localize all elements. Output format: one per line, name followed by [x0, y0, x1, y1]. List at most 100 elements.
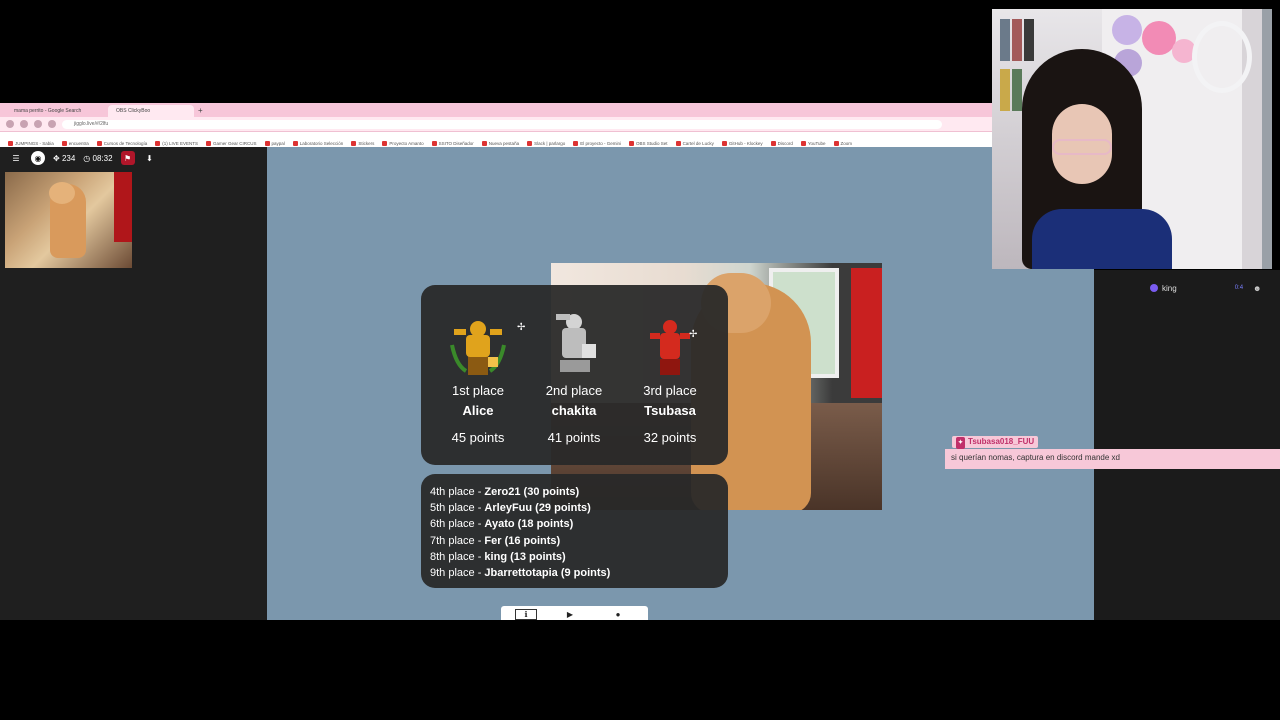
podium-points: 41 points [547, 430, 601, 445]
podium-place-label: 3rd place [643, 383, 697, 398]
letterbox-bottom [0, 620, 1280, 720]
forward-icon[interactable] [20, 120, 28, 128]
gold-trophy-icon [450, 321, 506, 375]
bookmark-label: El proyecto - Gemini [580, 141, 622, 146]
bookmark-item[interactable]: YouTube [800, 136, 826, 147]
bookmark-icon [770, 141, 776, 147]
chat-username: king [1162, 283, 1177, 293]
rank-entry: Fer (16 points) [484, 534, 561, 547]
browser-tab[interactable]: mama perrito - Google Search [6, 105, 102, 117]
rank-place: 9th place - [430, 567, 485, 580]
bookmark-icon [96, 141, 102, 147]
address-bar-row: jigglo.live/#/2lfu [0, 117, 992, 132]
bookmark-item[interactable]: Gamer Gear CIRCUS [206, 136, 257, 147]
sparkle-icon: ✢ [689, 329, 698, 340]
user-icon[interactable]: ● [607, 609, 629, 620]
person-icon[interactable]: ☻ [1253, 284, 1261, 293]
obs-icon[interactable]: ◉ [31, 151, 45, 165]
bookmark-item[interactable]: SSITO Diseñador [431, 136, 474, 147]
flag-icon[interactable]: ⚑ [120, 151, 135, 165]
rank-place: 7th place - [430, 534, 485, 547]
bookmark-label: Slack | parlargo [534, 141, 566, 146]
podium-place-label: 2nd place [545, 383, 603, 398]
list-item: 4th place - Zero21 (30 points) [430, 484, 719, 500]
download-icon[interactable]: ⬇ [143, 151, 157, 165]
bookmark-label: Proyecto Amanto [389, 141, 424, 146]
bookmark-icon [675, 141, 681, 147]
bookmark-item[interactable]: Cursos de Tecnología [96, 136, 147, 147]
bookmark-item[interactable]: JUMPINGS - Sabia [8, 136, 54, 147]
bookmark-label: GitHub - Klockey [728, 141, 763, 146]
bronze-trophy-icon [650, 320, 690, 375]
bookmark-icon [629, 141, 635, 147]
rank-place: 8th place - [430, 550, 485, 563]
bookmark-icon [61, 141, 67, 147]
rank-entry: Ayato (18 points) [484, 518, 574, 531]
bookmark-item[interactable]: Laboratorio Selección [292, 136, 344, 147]
podium-place-label: 1st place [451, 383, 505, 398]
bookmark-label: encuentra [68, 141, 89, 146]
bookmark-label: SSITO Diseñador [438, 141, 474, 146]
browser-tab-bar: mama perrito - Google Search OBS ClickyB… [0, 103, 992, 117]
bookmark-item[interactable]: Slack | parlargo [527, 136, 565, 147]
podium-points: 32 points [643, 430, 697, 445]
ranking-list: 4th place - Zero21 (30 points) 5th place… [421, 474, 728, 588]
bookmark-item[interactable]: GitHub - Klockey [721, 136, 763, 147]
uptime-value: 08:32 [92, 153, 113, 163]
bookmark-icon [264, 141, 270, 147]
bookmark-item[interactable]: paypal [264, 136, 285, 147]
user-avatar [1150, 284, 1158, 292]
bookmark-icon [800, 141, 806, 147]
bookmark-label: Laboratorio Selección [299, 141, 344, 146]
right-panel [1094, 270, 1280, 620]
url-field[interactable]: jigglo.live/#/2lfu [62, 120, 942, 129]
bookmark-icon [206, 141, 211, 147]
badge-icon: ✦ [956, 437, 966, 449]
viewer-count-value: 234 [61, 153, 76, 163]
podium-player-name: Alice [462, 403, 494, 418]
bookmark-item[interactable]: Stickers [351, 136, 374, 147]
bookmark-label: JUMPINGS - Sabia [15, 141, 54, 146]
bookmark-icon [382, 141, 388, 147]
browser-tab-active[interactable]: OBS ClickyBoo [108, 105, 194, 117]
home-icon[interactable] [48, 120, 56, 128]
bookmark-item[interactable]: Discord [770, 136, 793, 147]
reload-icon[interactable] [34, 120, 42, 128]
back-icon[interactable] [6, 120, 14, 128]
bookmark-item[interactable]: Nueva pestaña [481, 136, 519, 147]
bookmark-item[interactable]: Cartel de Lucky [675, 136, 714, 147]
bookmark-icon [292, 141, 298, 147]
bookmark-icon [351, 141, 357, 147]
bookmark-icon [527, 141, 533, 147]
rank-entry: ArleyFuu (29 points) [484, 502, 591, 515]
chat-highlight-username: Tsubasa018_FUU [968, 437, 1035, 446]
preview-thumbnail [5, 172, 132, 268]
bookmark-item[interactable]: Proyecto Amanto [382, 136, 424, 147]
camera-icon[interactable]: ▶ [559, 609, 581, 620]
podium-points: 45 points [451, 430, 505, 445]
new-tab-button[interactable]: + [196, 105, 206, 117]
bookmarks-bar: JUMPINGS - Sabia encuentra Cursos de Tecno… [0, 132, 992, 147]
bookmark-icon [573, 141, 579, 147]
list-item: 5th place - ArleyFuu (29 points) [430, 500, 719, 516]
tab-label: OBS ClickyBoo [116, 108, 151, 114]
rank-place: 6th place - [430, 518, 485, 531]
podium-player-name: Tsubasa [644, 403, 696, 418]
bookmark-item[interactable]: (1) LIVE EVENTS [155, 136, 198, 147]
rank-entry: king (13 points) [484, 550, 566, 563]
list-item: 8th place - king (13 points) [430, 549, 719, 565]
menu-icon[interactable]: ☰ [9, 151, 23, 165]
bookmark-label: Zoom [840, 141, 853, 146]
bookmark-icon [833, 141, 839, 147]
bookmark-item[interactable]: El proyecto - Gemini [573, 136, 621, 147]
bookmark-item[interactable]: encuentra [61, 136, 89, 147]
info-icon[interactable]: ℹ [515, 609, 537, 620]
bookmark-icon [481, 141, 487, 147]
silver-trophy-icon [556, 314, 596, 372]
chat-highlight-message: si querían nomas, captura en discord man… [945, 449, 1280, 469]
bookmark-item[interactable]: Zoom [833, 136, 853, 147]
tab-label: mama perrito - Google Search [14, 108, 82, 114]
rank-place: 5th place - [430, 502, 485, 515]
bookmark-label: Cartel de Lucky [682, 141, 714, 146]
bookmark-item[interactable]: OBS Studio Set [629, 136, 668, 147]
